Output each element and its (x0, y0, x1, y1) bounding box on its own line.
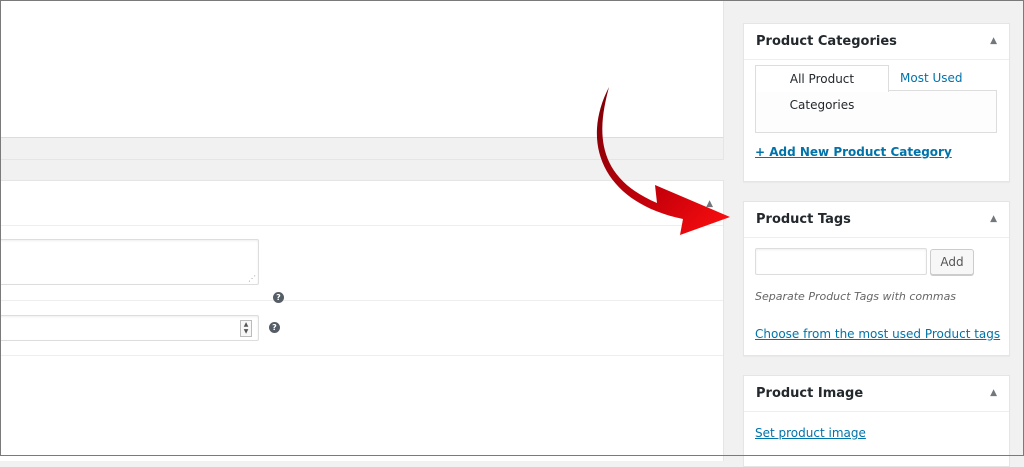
product-tags-header[interactable]: Product Tags ▲ (744, 202, 1009, 238)
product-image-box: Product Image ▲ (743, 375, 1010, 467)
help-tip-icon[interactable]: ? (269, 322, 280, 333)
add-tag-button[interactable]: Add (930, 249, 974, 275)
form-row-number: ▲ ▼ ? (0, 301, 723, 356)
product-image-header[interactable]: Product Image ▲ (744, 376, 1009, 412)
add-new-category-link[interactable]: + Add New Product Category (755, 145, 952, 159)
curved-arrow-icon (596, 87, 730, 235)
product-image-title: Product Image (756, 386, 864, 401)
product-categories-header[interactable]: Product Categories ▲ (744, 24, 1009, 60)
short-description-textarea[interactable]: ⋰ (0, 239, 259, 285)
product-categories-title: Product Categories (756, 34, 897, 49)
tab-most-used[interactable]: Most Used (900, 71, 963, 85)
number-input[interactable]: ▲ ▼ (0, 315, 259, 341)
choose-most-used-tags-link[interactable]: Choose from the most used Product tags (755, 327, 1000, 341)
collapse-toggle-icon[interactable]: ▲ (990, 388, 997, 398)
collapse-toggle-icon[interactable]: ▲ (990, 214, 997, 224)
product-tags-title: Product Tags (756, 212, 851, 227)
tab-all-product-categories[interactable]: All Product Categories (755, 65, 889, 112)
tag-howto-text: Separate Product Tags with commas (755, 290, 957, 303)
arrow-shape (596, 87, 730, 235)
number-spinner-icon[interactable]: ▲ ▼ (240, 320, 252, 337)
collapse-toggle-icon[interactable]: ▲ (990, 36, 997, 46)
resize-handle-icon[interactable]: ⋰ (248, 275, 256, 283)
new-tag-input[interactable] (755, 248, 927, 275)
set-product-image-link[interactable]: Set product image (755, 426, 866, 440)
